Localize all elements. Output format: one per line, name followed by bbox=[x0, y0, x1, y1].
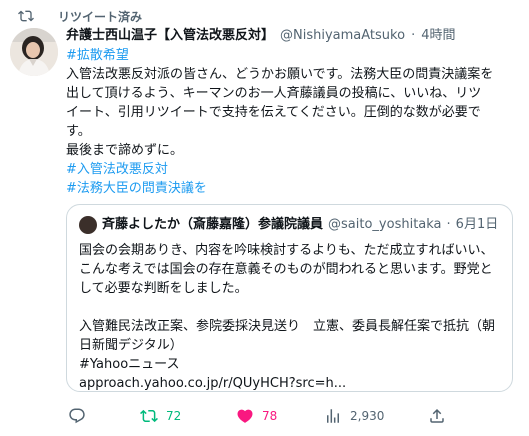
reply-button[interactable] bbox=[68, 407, 86, 425]
tweet-text-line: 出して頂けるよう、キーマンのお一人斉藤議員の投稿に、いいね、リツ bbox=[66, 86, 482, 101]
quoted-link-text: approach.yahoo.co.jp/r/QUyHCH?src=h... bbox=[79, 376, 347, 391]
tweet-text: #拡散希望 入管法改悪反対派の皆さん、どうかお願いです。法務大臣の問責決議案を … bbox=[66, 46, 517, 198]
quoted-author-handle: @saito_yoshitaka bbox=[328, 217, 442, 232]
retweet-count: 72 bbox=[166, 409, 182, 423]
quoted-text-line: #Yahooニュース bbox=[79, 357, 180, 372]
quoted-text-line: 入管難民法改正案、参院委採決見送り 立憲、委員長解任案で抵抗（朝 bbox=[79, 319, 496, 334]
retweet-button[interactable]: 72 bbox=[140, 407, 181, 425]
quoted-separator: · bbox=[446, 217, 451, 232]
quoted-tweet-text: 国会の会期ありき、内容を吟味検討するよりも、ただ成立すればいい、 こんな考えでは… bbox=[79, 241, 500, 393]
tweet-text-line: す。 bbox=[66, 124, 91, 139]
tweet-header: 弁護士西山温子【入管法改悪反対】 @NishiyamaAtsuko · 4時間 bbox=[66, 26, 517, 46]
tweet-body: 弁護士西山温子【入管法改悪反対】 @NishiyamaAtsuko · 4時間 … bbox=[66, 26, 517, 198]
quoted-author-name: 斉藤よしたか（斎藤嘉隆）参議院議員 bbox=[102, 217, 324, 232]
views-count: 2,930 bbox=[350, 409, 385, 423]
tweet-actions: 72 78 2,930 bbox=[60, 404, 460, 428]
author-handle[interactable]: @NishiyamaAtsuko bbox=[280, 26, 405, 46]
quoted-text-line: 国会の会期ありき、内容を吟味検討するよりも、ただ成立すればいい、 bbox=[79, 243, 494, 258]
quoted-text-line: こんな考えでは国会の存在意義そのものが問われると思います。野党と bbox=[79, 262, 493, 277]
quoted-avatar bbox=[79, 216, 97, 234]
tweet-time[interactable]: 4時間 bbox=[421, 26, 455, 46]
views-button[interactable]: 2,930 bbox=[324, 407, 384, 425]
hashtag-link[interactable]: #拡散希望 bbox=[66, 46, 517, 65]
reply-icon bbox=[69, 408, 85, 424]
quoted-text-line: 日新聞デジタル） bbox=[79, 338, 183, 353]
avatar-image bbox=[10, 28, 58, 76]
views-icon bbox=[327, 409, 339, 423]
like-icon bbox=[237, 409, 253, 423]
share-icon bbox=[430, 408, 444, 423]
retweeted-indicator: リツイート済み bbox=[18, 6, 143, 26]
avatar[interactable] bbox=[10, 28, 58, 76]
like-button[interactable]: 78 bbox=[236, 407, 277, 425]
header-separator: · bbox=[411, 28, 416, 43]
quoted-time: 6月1日 bbox=[455, 217, 499, 232]
like-count: 78 bbox=[262, 409, 278, 423]
quoted-tweet-header: 斉藤よしたか（斎藤嘉隆）参議院議員 @saito_yoshitaka · 6月1… bbox=[79, 215, 500, 235]
hashtag-link[interactable]: #入管法改悪反対 bbox=[66, 160, 517, 179]
retweet-icon bbox=[18, 10, 34, 22]
retweet-icon bbox=[140, 409, 158, 423]
quoted-text-line: して必要な判断をしました。 bbox=[79, 281, 248, 296]
tweet-text-line: 入管法改悪反対派の皆さん、どうかお願いです。法務大臣の問責決議案を bbox=[66, 67, 494, 82]
quoted-text-blank bbox=[79, 298, 500, 317]
tweet-text-line: イート、引用リツイートで支持を伝えてください。圧倒的な数が必要で bbox=[66, 105, 481, 120]
retweeted-label: リツイート済み bbox=[58, 9, 143, 24]
share-button[interactable] bbox=[428, 407, 446, 425]
author-name[interactable]: 弁護士西山温子【入管法改悪反対】 bbox=[66, 26, 274, 46]
tweet-text-line: 最後まで諦めずに。 bbox=[66, 143, 184, 158]
quoted-tweet[interactable]: 斉藤よしたか（斎藤嘉隆）参議院議員 @saito_yoshitaka · 6月1… bbox=[66, 204, 513, 392]
hashtag-link[interactable]: #法務大臣の問責決議を bbox=[66, 179, 517, 198]
